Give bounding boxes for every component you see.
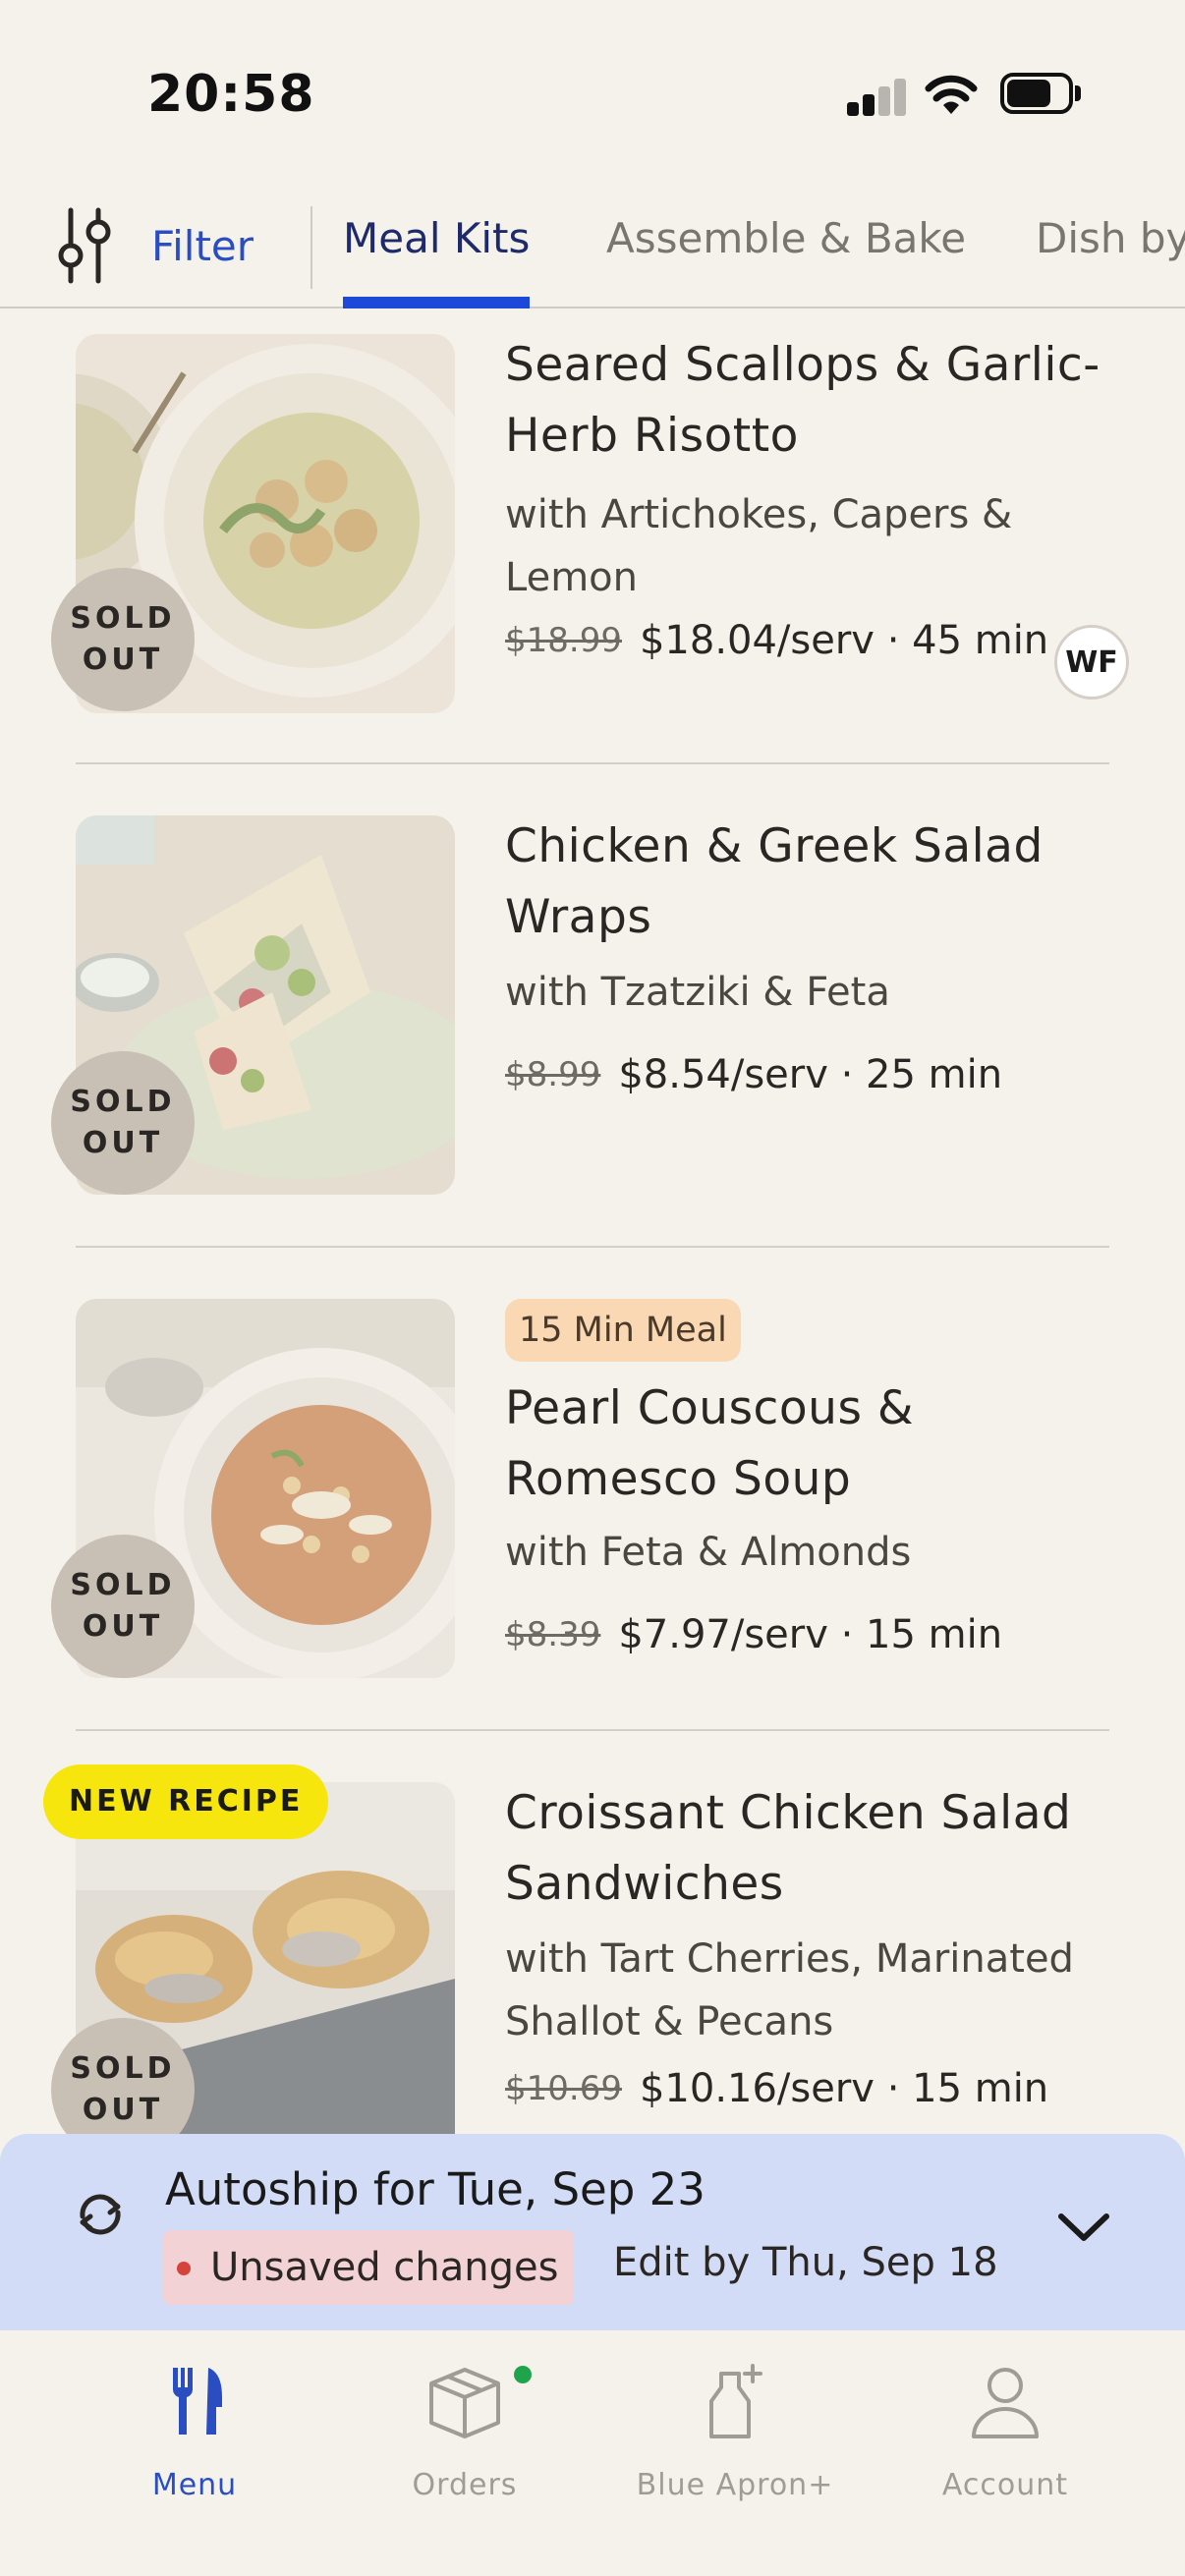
tab-divider (310, 206, 312, 289)
tab-assemble-bake[interactable]: Assemble & Bake (606, 214, 966, 262)
original-price: $18.99 (505, 621, 622, 660)
refresh-icon (80, 2194, 121, 2235)
recipe-card[interactable]: SOLD OUT Chicken & Greek Salad Wraps wit… (0, 764, 1185, 1248)
chevron-down-icon[interactable] (1053, 2207, 1114, 2246)
original-price: $10.69 (505, 2069, 622, 2108)
original-price: $8.39 (505, 1615, 601, 1654)
original-price: $8.99 (505, 1055, 601, 1094)
nav-blue-apron-plus[interactable]: Blue Apron+ (617, 2330, 853, 2527)
bottle-plus-icon (709, 2364, 762, 2438)
wf-dietary-badge: WF (1054, 625, 1129, 700)
recipe-title: Pearl Couscous & Romesco Soup (505, 1381, 915, 1506)
sliders-icon (58, 207, 111, 284)
recipe-card[interactable]: SOLD OUT Seared Scallops & Garlic- Herb … (0, 310, 1185, 764)
price-row: $18.99 $18.04/serv · 45 min (505, 618, 1049, 663)
sold-out-badge: SOLD OUT (51, 1051, 195, 1195)
box-icon (429, 2368, 500, 2438)
serving-price-time: $10.16/serv · 15 min (639, 2066, 1049, 2111)
autoship-title: Autoship for Tue, Sep 23 (165, 2163, 705, 2215)
tab-dish-by[interactable]: Dish by (1036, 214, 1185, 262)
recipe-list[interactable]: SOLD OUT Seared Scallops & Garlic- Herb … (0, 310, 1185, 2148)
person-icon (972, 2368, 1039, 2438)
nav-menu[interactable]: Menu (77, 2330, 312, 2527)
serving-price-time: $18.04/serv · 45 min (639, 618, 1049, 663)
recipe-subtitle: with Feta & Almonds (505, 1530, 912, 1575)
filter-label: Filter (151, 221, 254, 270)
recipe-subtitle: with Artichokes, Capers & Lemon (505, 492, 1013, 600)
recipe-card[interactable]: SOLD OUT 15 Min Meal Pearl Couscous & Ro… (0, 1248, 1185, 1731)
serving-price-time: $7.97/serv · 15 min (618, 1612, 1003, 1657)
sold-out-badge: SOLD OUT (51, 568, 195, 711)
recipe-subtitle: with Tart Cherries, Marinated Shallot & … (505, 1936, 1074, 2044)
nav-account-label: Account (941, 2468, 1069, 2502)
serving-price-time: $8.54/serv · 25 min (618, 1052, 1003, 1097)
edit-by-date: Edit by Thu, Sep 18 (613, 2240, 998, 2285)
fifteen-min-meal-badge: 15 Min Meal (505, 1299, 741, 1362)
price-row: $8.99 $8.54/serv · 25 min (505, 1052, 1003, 1097)
warning-dot-icon (177, 2262, 191, 2275)
status-bar: 20:58 (0, 0, 1185, 187)
unsaved-changes-badge: Unsaved changes (163, 2230, 575, 2305)
new-recipe-badge: NEW RECIPE (43, 1764, 329, 1839)
tab-meal-kits[interactable]: Meal Kits (343, 214, 530, 262)
filter-button[interactable]: Filter (57, 204, 254, 287)
sold-out-badge: SOLD OUT (51, 1535, 195, 1678)
price-row: $10.69 $10.16/serv · 15 min (505, 2066, 1049, 2111)
cellular-signal-icon (847, 77, 908, 116)
active-tab-indicator (343, 297, 530, 308)
nav-account[interactable]: Account (887, 2330, 1123, 2527)
price-row: $8.39 $7.97/serv · 15 min (505, 1612, 1003, 1657)
autoship-banner[interactable]: Autoship for Tue, Sep 23 Unsaved changes… (0, 2134, 1185, 2330)
status-time: 20:58 (147, 65, 315, 124)
nav-orders-label: Orders (412, 2468, 518, 2502)
wifi-icon (925, 75, 978, 114)
category-tab-bar: Filter Meal Kits Assemble & Bake Dish by (0, 187, 1185, 308)
recipe-title: Chicken & Greek Salad Wraps (505, 819, 1044, 944)
battery-icon (1000, 73, 1081, 116)
nav-orders[interactable]: Orders (347, 2330, 583, 2527)
orders-notification-dot (514, 2366, 532, 2383)
nav-menu-label: Menu (151, 2468, 238, 2502)
bottom-navigation: Menu Orders Blue Apron+ Account (0, 2330, 1185, 2576)
recipe-title: Seared Scallops & Garlic- Herb Risotto (505, 338, 1100, 463)
fork-knife-icon (172, 2368, 222, 2435)
nav-blue-apron-plus-label: Blue Apron+ (636, 2468, 834, 2502)
recipe-title: Croissant Chicken Salad Sandwiches (505, 1786, 1072, 1911)
recipe-subtitle: with Tzatziki & Feta (505, 970, 890, 1015)
recipe-card[interactable]: SOLD OUT NEW RECIPE Croissant Chicken Sa… (0, 1731, 1185, 2148)
